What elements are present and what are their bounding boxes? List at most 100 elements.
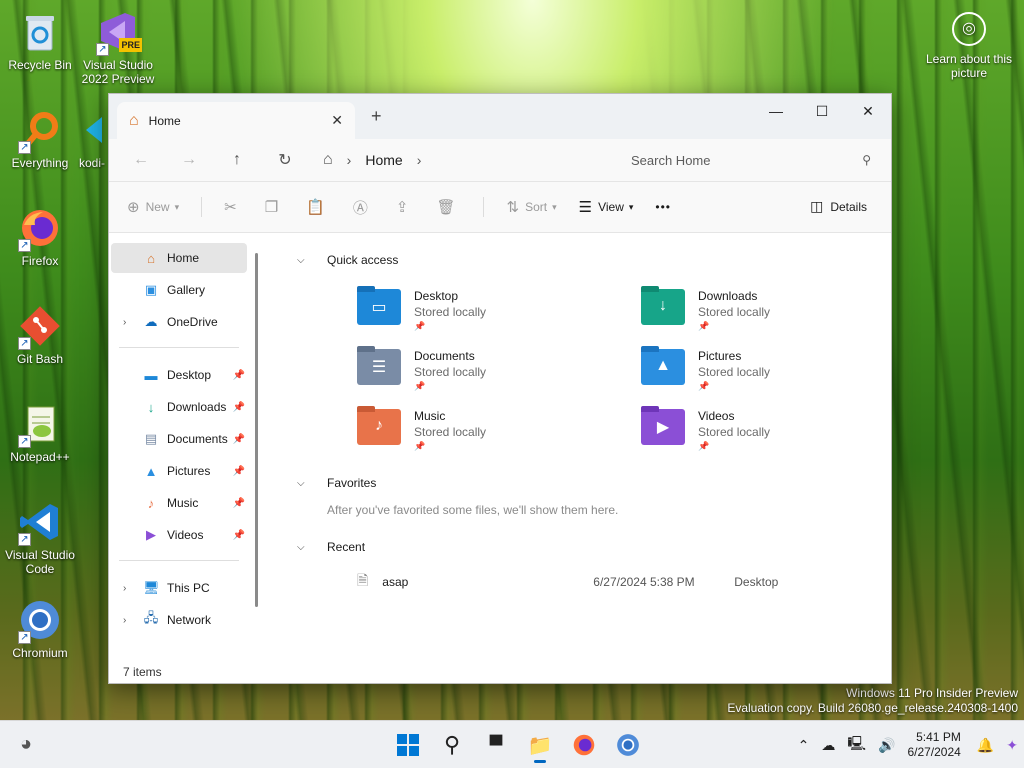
nav-item-this-pc[interactable]: › 🖥 This PC [111,573,247,603]
section-quick-access[interactable]: ⌵ Quick access [297,253,398,267]
close-tab-icon[interactable]: ✕ [331,112,343,129]
shortcut-arrow-icon: ↗ [18,435,31,448]
home-icon[interactable]: ⌂ [323,151,333,169]
nav-scrollbar[interactable] [255,253,258,607]
details-button[interactable]: ◫ Details [810,198,867,215]
chevron-up-icon[interactable]: ⌃ [798,737,810,754]
pin-icon: 📌 [414,441,426,451]
back-button[interactable]: ← [117,151,165,169]
maximize-button[interactable]: ☐ [799,98,845,124]
chevron-right-icon[interactable]: › [123,583,126,594]
sort-button[interactable]: ⇅ Sort ▾ [506,198,556,216]
chevron-right-icon[interactable]: › [123,317,126,328]
desktop-icon-visual-studio-2022[interactable]: PRE ↗ Visual Studio 2022 Preview [78,8,158,86]
command-bar: ⊕ New ▾ ✂ ❐ 📋 Ⓐ ⇪ 🗑 ⇅ Sort ▾ ☰ View ▾ ••… [109,181,891,233]
clock[interactable]: 5:41 PM 6/27/2024 [907,730,960,760]
minimize-button[interactable]: — [753,98,799,124]
taskbar-file-explorer[interactable]: 📁 [518,727,562,763]
quick-access-downloads[interactable]: ↓ Downloads Stored locally 📌 [641,286,770,332]
cloud-offline-icon[interactable]: ☁ [821,737,835,754]
recent-file-row[interactable]: 🗎 asap 6/27/2024 5:38 PM Desktop [357,571,797,593]
nav-label: Pictures [167,464,211,478]
new-tab-button[interactable]: + [371,106,382,127]
desktop-icon-label: Visual Studio 2022 Preview [81,58,155,86]
quick-access-pictures[interactable]: ▲ Pictures Stored locally 📌 [641,346,770,392]
search-button[interactable]: ⚲ [430,727,474,763]
pin-icon: 📌 [698,381,710,391]
quick-access-documents[interactable]: ☰ Documents Stored locally 📌 [357,346,486,392]
nav-item-onedrive[interactable]: › ☁ OneDrive [111,307,247,337]
nav-item-documents[interactable]: ▤ Documents 📌 [111,424,247,454]
chevron-right-icon[interactable]: › [123,615,126,626]
nav-item-downloads[interactable]: ↓ Downloads 📌 [111,392,247,422]
volume-icon[interactable]: 🔊 [878,737,895,754]
breadcrumb[interactable]: ⌂ › Home › [311,143,603,177]
nav-item-pictures[interactable]: ▲ Pictures 📌 [111,456,247,486]
chevron-down-icon: ▾ [628,201,634,212]
copilot-icon[interactable]: ✦ [1006,737,1018,754]
desktop-icon-recycle-bin[interactable]: Recycle Bin [0,8,80,72]
nav-item-home[interactable]: ⌂ Home [111,243,247,273]
desktop-icon-chromium[interactable]: ↗ Chromium [0,596,80,660]
nav-item-desktop[interactable]: ▬ Desktop 📌 [111,360,247,390]
plus-circle-icon: ⊕ [127,199,140,216]
network-icon[interactable]: 🖳 [847,733,866,757]
status-item-count: 7 items [123,665,162,679]
desktop-icon-label: Git Bash [16,352,64,366]
copy-icon: ❐ [264,199,279,216]
task-view-button[interactable]: ▀ [474,727,518,763]
notification-bell-icon[interactable]: 🔔 [977,737,994,754]
copy-button[interactable]: ❐ [265,198,284,216]
section-favorites[interactable]: ⌵ Favorites [297,476,376,490]
desktop-icon-firefox[interactable]: ↗ Firefox [0,204,80,268]
tab-home[interactable]: ⌂ Home ✕ [117,102,355,139]
forward-button[interactable]: → [165,151,213,169]
breadcrumb-home[interactable]: Home [365,152,402,168]
nav-item-gallery[interactable]: ▣ Gallery [111,275,247,305]
delete-button[interactable]: 🗑 [436,198,461,216]
widgets-icon[interactable]: ◕ [20,733,32,756]
quick-access-music[interactable]: ♪ Music Stored locally 📌 [357,406,486,452]
learn-about-picture-label: Learn about this picture [925,52,1013,80]
taskbar-chromium[interactable] [606,727,650,763]
camera-icon: ◎ [952,12,986,46]
windows-watermark: Windows 11 Pro Insider Preview Evaluatio… [727,686,1018,716]
visual-studio-icon: PRE ↗ [94,8,142,56]
paste-button[interactable]: 📋 [306,198,331,216]
new-button[interactable]: ⊕ New ▾ [127,198,179,216]
start-button[interactable] [386,727,430,763]
quick-access-videos[interactable]: ▶ Videos Stored locally 📌 [641,406,770,452]
more-icon: ••• [655,200,671,214]
learn-about-picture[interactable]: ◎ Learn about this picture [924,12,1014,80]
cloud-icon: ☁ [144,314,158,329]
nav-label: Network [167,613,212,627]
desktop-icon-notepad-plus-plus[interactable]: ↗ Notepad++ [0,400,80,464]
chevron-right-icon[interactable]: › [417,152,422,168]
chevron-down-icon: ⌵ [297,254,305,266]
folder-icon: 📁 [527,734,553,757]
desktop-icon-vscode[interactable]: ↗ Visual Studio Code [0,498,80,576]
search-icon: ⚲ [443,732,461,757]
refresh-button[interactable]: ↻ [261,150,309,170]
nav-item-music[interactable]: ♪ Music 📌 [111,488,247,518]
see-more-button[interactable]: ••• [655,200,671,214]
search-input[interactable]: Search Home ⚲ [619,143,883,177]
close-button[interactable]: ✕ [845,98,891,124]
nav-item-videos[interactable]: ▶ Videos 📌 [111,520,247,550]
view-button[interactable]: ☰ View ▾ [579,198,634,216]
desktop-icon-git-bash[interactable]: ↗ Git Bash [0,302,80,366]
clipboard-icon: 📋 [306,199,325,216]
up-button[interactable]: ↑ [213,151,261,169]
address-bar: ← → ↑ ↻ ⌂ › Home › Search Home ⚲ [109,139,891,181]
firefox-icon: ↗ [16,204,64,252]
cut-button[interactable]: ✂ [224,198,243,216]
videos-folder-icon: ▶ [641,406,685,445]
file-icon: 🗎 [357,572,369,588]
taskbar-firefox[interactable] [562,727,606,763]
shortcut-arrow-icon: ↗ [96,43,109,56]
nav-item-network[interactable]: › 🖧 Network [111,605,247,635]
quick-access-desktop[interactable]: ▭ Desktop Stored locally 📌 [357,286,486,332]
section-recent[interactable]: ⌵ Recent [297,540,365,554]
share-button[interactable]: ⇪ [396,198,415,216]
rename-button[interactable]: Ⓐ [353,197,374,218]
